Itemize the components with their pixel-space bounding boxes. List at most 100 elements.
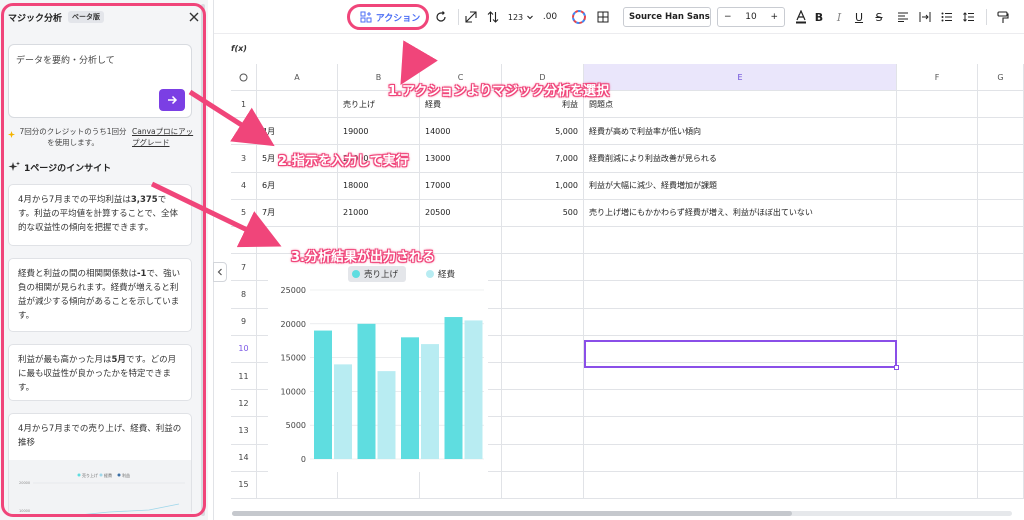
column-header[interactable]: F (897, 64, 978, 91)
sort-icon[interactable] (484, 8, 502, 26)
row-header[interactable]: 13 (231, 417, 257, 445)
legend-label[interactable]: 経費 (438, 269, 456, 280)
font-size-decrease[interactable]: − (724, 12, 732, 22)
cell[interactable]: 17000 (420, 172, 502, 200)
color-wheel-icon[interactable] (570, 8, 588, 26)
bar-売り上げ-4月[interactable] (314, 330, 332, 459)
bar-売り上げ-5月[interactable] (357, 323, 376, 459)
strikethrough-button[interactable]: S (870, 8, 888, 26)
cell[interactable] (584, 254, 897, 282)
cell[interactable]: 1,000 (502, 172, 584, 200)
insight-card[interactable]: 4月から7月までの売り上げ、経費、利益の推移 売り上げ 経費 利益 20000 … (8, 413, 192, 517)
cell[interactable] (502, 444, 584, 472)
row-header[interactable]: 14 (231, 444, 257, 472)
cell[interactable]: 4月 (257, 118, 338, 146)
rotate-icon[interactable] (432, 8, 450, 26)
cell[interactable] (502, 363, 584, 391)
bar-経費-7月[interactable] (464, 320, 483, 459)
column-header[interactable]: E (584, 64, 897, 91)
row-header[interactable]: 12 (231, 390, 257, 418)
row-header[interactable]: 8 (231, 281, 257, 309)
bar-売り上げ-6月[interactable] (401, 337, 419, 459)
cell[interactable] (584, 390, 897, 418)
cell[interactable] (502, 417, 584, 445)
border-grid-icon[interactable] (594, 8, 612, 26)
cell[interactable] (584, 308, 897, 336)
cell[interactable] (978, 444, 1024, 472)
cell[interactable]: 19000 (338, 118, 420, 146)
cell[interactable] (978, 390, 1024, 418)
row-header[interactable]: 9 (231, 308, 257, 336)
cell[interactable] (502, 471, 584, 499)
row-header[interactable]: 11 (231, 363, 257, 391)
row-header[interactable]: 3 (231, 145, 257, 173)
cell[interactable] (978, 145, 1024, 173)
cell[interactable] (897, 281, 978, 309)
horizontal-scrollbar[interactable] (232, 511, 1012, 516)
bar-売り上げ-7月[interactable] (444, 317, 463, 459)
cell[interactable] (978, 471, 1024, 499)
bullet-list-icon[interactable] (938, 8, 956, 26)
bold-button[interactable]: B (810, 8, 828, 26)
cell[interactable] (978, 91, 1024, 119)
panel-scrollbar[interactable] (201, 4, 205, 516)
cell[interactable] (338, 471, 420, 499)
legend-label[interactable]: 売り上げ (364, 269, 399, 280)
cell[interactable] (978, 199, 1024, 227)
row-header[interactable]: 2 (231, 118, 257, 146)
cell[interactable] (584, 417, 897, 445)
cell[interactable] (978, 254, 1024, 282)
cell[interactable]: 問題点 (584, 91, 897, 119)
cell[interactable] (897, 91, 978, 119)
cell[interactable] (897, 471, 978, 499)
resize-icon[interactable] (462, 8, 480, 26)
cell[interactable] (584, 444, 897, 472)
select-all-button[interactable] (231, 64, 257, 91)
row-header[interactable]: 6 (231, 227, 257, 255)
cell[interactable] (897, 254, 978, 282)
prompt-input[interactable]: データを要約・分析して (8, 44, 192, 118)
cell[interactable] (502, 254, 584, 282)
row-header[interactable]: 1 (231, 91, 257, 119)
font-family-dropdown[interactable]: Source Han Sans ... (623, 7, 711, 27)
font-size-increase[interactable]: + (770, 12, 778, 22)
cell[interactable] (584, 471, 897, 499)
cell[interactable] (502, 227, 584, 255)
cell[interactable] (978, 335, 1024, 363)
column-header[interactable]: G (978, 64, 1024, 91)
bar-経費-4月[interactable] (334, 364, 352, 459)
text-color-icon[interactable] (792, 8, 810, 26)
bar-経費-5月[interactable] (377, 371, 396, 459)
fill-handle[interactable] (894, 365, 899, 370)
cell[interactable]: 7月 (257, 199, 338, 227)
decimal-button[interactable]: .00 (540, 8, 560, 26)
cell[interactable] (897, 417, 978, 445)
cell[interactable]: 売り上げ増にもかかわらず経費が増え、利益がほぼ出ていない (584, 199, 897, 227)
cell[interactable]: 500 (502, 199, 584, 227)
font-size-value[interactable]: 10 (745, 12, 756, 22)
cell[interactable] (897, 227, 978, 255)
send-button[interactable] (159, 89, 185, 111)
formula-bar[interactable]: f(x) (231, 44, 1024, 60)
cell[interactable]: 経費削減により利益改善が見られる (584, 145, 897, 173)
cell[interactable]: 経費が高めで利益率が低い傾向 (584, 118, 897, 146)
cell[interactable] (978, 227, 1024, 255)
cell[interactable] (978, 281, 1024, 309)
italic-button[interactable]: I (830, 8, 848, 26)
cell[interactable]: 21000 (338, 199, 420, 227)
column-width-icon[interactable] (916, 8, 934, 26)
cell[interactable]: 20500 (420, 199, 502, 227)
paint-format-icon[interactable] (994, 8, 1012, 26)
cell[interactable]: 18000 (338, 172, 420, 200)
row-header[interactable]: 10 (231, 335, 257, 363)
cell[interactable] (584, 281, 897, 309)
align-left-icon[interactable] (894, 8, 912, 26)
cell[interactable] (897, 390, 978, 418)
cell[interactable] (502, 335, 584, 363)
cell[interactable] (897, 363, 978, 391)
column-header[interactable]: A (257, 64, 338, 91)
cell[interactable]: 5,000 (502, 118, 584, 146)
insight-card[interactable]: 利益が最も高かった月は5月です。どの月に最も収益性が良かったかを特定できます。 (8, 344, 192, 401)
scrollbar-thumb[interactable] (232, 511, 792, 516)
cell[interactable]: 13000 (420, 145, 502, 173)
